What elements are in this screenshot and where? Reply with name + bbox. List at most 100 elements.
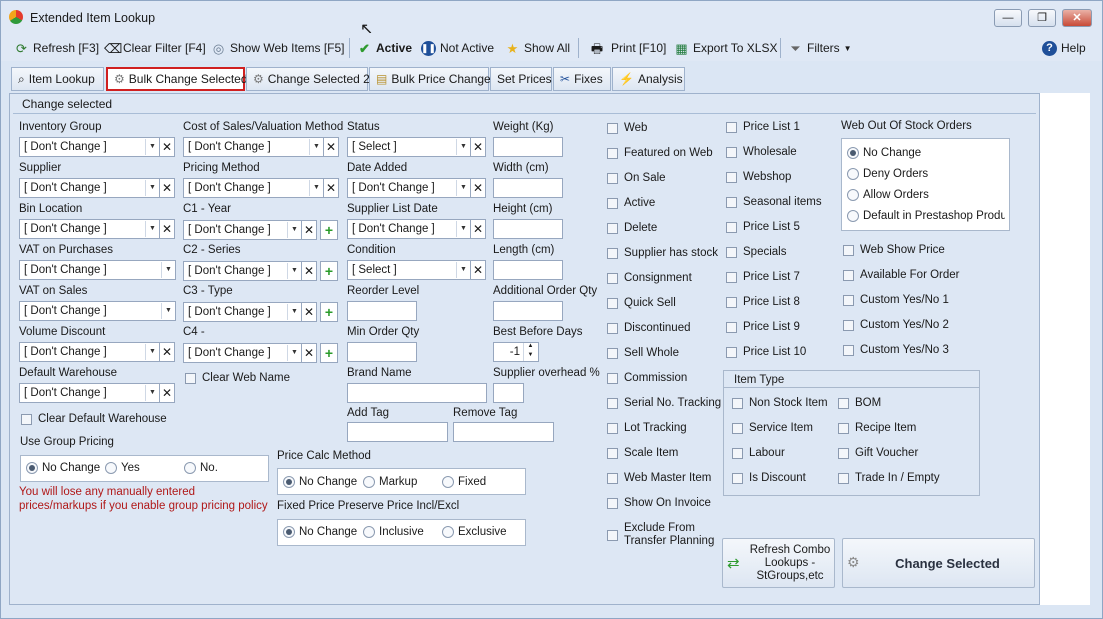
clear-icon[interactable]: ✕ <box>301 220 317 240</box>
date-added-select[interactable]: [ Don't Change ] ▼ <box>347 178 471 198</box>
radio-dot[interactable] <box>26 462 38 474</box>
tab-fixes[interactable]: ✂ Fixes <box>553 67 611 91</box>
clear-icon[interactable]: ✕ <box>159 178 175 198</box>
print-button[interactable]: 🖶 Print [F10] <box>587 39 667 57</box>
chevron-down-icon[interactable]: ▼ <box>145 385 159 401</box>
chevron-down-icon[interactable]: ▼ <box>145 221 159 237</box>
chevron-down-icon[interactable]: ▼ <box>287 222 301 238</box>
clear-web-name-checkbox[interactable]: Clear Web Name <box>185 372 290 384</box>
checkbox-box[interactable] <box>607 272 618 284</box>
tab-item-lookup[interactable]: ⌕ Item Lookup <box>11 67 104 91</box>
checkbox-box[interactable] <box>838 472 849 484</box>
radio-dot[interactable] <box>442 526 454 538</box>
checkbox-box[interactable] <box>607 447 618 459</box>
checkbox-is-discount[interactable]: Is Discount <box>732 472 806 484</box>
checkbox-price-list-9[interactable]: Price List 9 <box>726 321 800 333</box>
add-tag-input[interactable] <box>347 422 448 442</box>
checkbox-box[interactable] <box>726 271 737 283</box>
radio-dot[interactable] <box>363 526 375 538</box>
refresh-button[interactable]: ⟳ Refresh [F3] <box>14 39 99 57</box>
chevron-down-icon[interactable]: ▼ <box>145 180 159 196</box>
checkbox-box[interactable] <box>838 447 849 459</box>
radio-no-change[interactable]: No Change <box>283 476 357 488</box>
checkbox-box[interactable] <box>21 413 32 425</box>
checkbox-box[interactable] <box>607 197 618 209</box>
volume-discount-select[interactable]: [ Don't Change ] ▼ <box>19 342 160 362</box>
clear-icon[interactable]: ✕ <box>470 219 486 239</box>
checkbox-service-item[interactable]: Service Item <box>732 422 813 434</box>
checkbox-box[interactable] <box>607 297 618 309</box>
cost-of-sales-select[interactable]: [ Don't Change ] ▼ <box>183 137 324 157</box>
checkbox-sell-whole[interactable]: Sell Whole <box>607 347 679 359</box>
checkbox-trade-in-empty[interactable]: Trade In / Empty <box>838 472 940 484</box>
radio-dot[interactable] <box>442 476 454 488</box>
c3-select[interactable]: [ Don't Change ] ▼ <box>183 302 302 322</box>
add-icon[interactable]: + <box>320 261 338 281</box>
remove-tag-input[interactable] <box>453 422 554 442</box>
checkbox-custom-yes-no-2[interactable]: Custom Yes/No 2 <box>843 319 949 331</box>
supplier-overhead-input[interactable] <box>493 383 524 403</box>
radio-deny-orders[interactable]: Deny Orders <box>847 168 928 180</box>
checkbox-consignment[interactable]: Consignment <box>607 272 692 284</box>
radio-dot[interactable] <box>105 462 117 474</box>
checkbox-box[interactable] <box>726 221 737 233</box>
checkbox-box[interactable] <box>726 246 737 258</box>
checkbox-lot-tracking[interactable]: Lot Tracking <box>607 422 687 434</box>
chevron-down-icon[interactable]: ▼ <box>456 221 470 237</box>
checkbox-box[interactable] <box>607 529 618 541</box>
checkbox-serial-no-tracking[interactable]: Serial No. Tracking <box>607 397 721 409</box>
checkbox-show-on-invoice[interactable]: Show On Invoice <box>607 497 711 509</box>
checkbox-web-master-item[interactable]: Web Master Item <box>607 472 711 484</box>
clear-icon[interactable]: ✕ <box>301 302 317 322</box>
radio-inclusive[interactable]: Inclusive <box>363 526 424 538</box>
refresh-combo-lookups-button[interactable]: ⇄ Refresh Combo Lookups - StGroups,etc <box>722 538 835 588</box>
checkbox-box[interactable] <box>607 397 618 409</box>
spin-up-icon[interactable]: ▲ <box>523 343 537 352</box>
checkbox-price-list-8[interactable]: Price List 8 <box>726 296 800 308</box>
checkbox-box[interactable] <box>838 422 849 434</box>
checkbox-box[interactable] <box>732 472 743 484</box>
clear-icon[interactable]: ✕ <box>159 342 175 362</box>
minimize-button[interactable]: — <box>994 9 1022 27</box>
checkbox-box[interactable] <box>843 344 854 356</box>
active-button[interactable]: ✔ Active <box>357 39 412 57</box>
checkbox-custom-yes-no-1[interactable]: Custom Yes/No 1 <box>843 294 949 306</box>
checkbox-wholesale[interactable]: Wholesale <box>726 146 797 158</box>
chevron-down-icon[interactable]: ▼ <box>287 263 301 279</box>
min-order-qty-input[interactable] <box>347 342 417 362</box>
radio-markup[interactable]: Markup <box>363 476 417 488</box>
checkbox-box[interactable] <box>607 372 618 384</box>
tab-bulk-change-selected[interactable]: ⚙ Bulk Change Selected <box>106 67 248 91</box>
checkbox-on-sale[interactable]: On Sale <box>607 172 666 184</box>
clear-icon[interactable]: ✕ <box>470 137 486 157</box>
checkbox-box[interactable] <box>185 372 196 384</box>
c2-select[interactable]: [ Don't Change ] ▼ <box>183 261 302 281</box>
checkbox-box[interactable] <box>607 247 618 259</box>
chevron-down-icon[interactable]: ▼ <box>161 303 175 319</box>
checkbox-box[interactable] <box>726 346 737 358</box>
chevron-down-icon[interactable]: ▼ <box>456 180 470 196</box>
checkbox-active[interactable]: Active <box>607 197 655 209</box>
add-icon[interactable]: + <box>320 343 338 363</box>
chevron-down-icon[interactable]: ▼ <box>456 262 470 278</box>
add-icon[interactable]: + <box>320 220 338 240</box>
radio-dot[interactable] <box>184 462 196 474</box>
checkbox-box[interactable] <box>843 319 854 331</box>
additional-order-qty-input[interactable] <box>493 301 563 321</box>
checkbox-box[interactable] <box>732 422 743 434</box>
checkbox-price-list-10[interactable]: Price List 10 <box>726 346 806 358</box>
not-active-button[interactable]: ❚❚ Not Active <box>421 39 494 57</box>
checkbox-box[interactable] <box>726 196 737 208</box>
height-input[interactable] <box>493 219 563 239</box>
show-web-items-button[interactable]: ◎ Show Web Items [F5] <box>211 39 345 57</box>
radio-no-change[interactable]: No Change <box>283 526 357 538</box>
checkbox-box[interactable] <box>607 172 618 184</box>
status-select[interactable]: [ Select ] ▼ <box>347 137 471 157</box>
checkbox-box[interactable] <box>732 447 743 459</box>
checkbox-discontinued[interactable]: Discontinued <box>607 322 690 334</box>
clear-icon[interactable]: ✕ <box>159 219 175 239</box>
radio-no[interactable]: No. <box>184 462 218 474</box>
add-icon[interactable]: + <box>320 302 338 322</box>
tab-bulk-price-change[interactable]: ▤ Bulk Price Change <box>369 67 491 91</box>
checkbox-box[interactable] <box>607 122 618 134</box>
